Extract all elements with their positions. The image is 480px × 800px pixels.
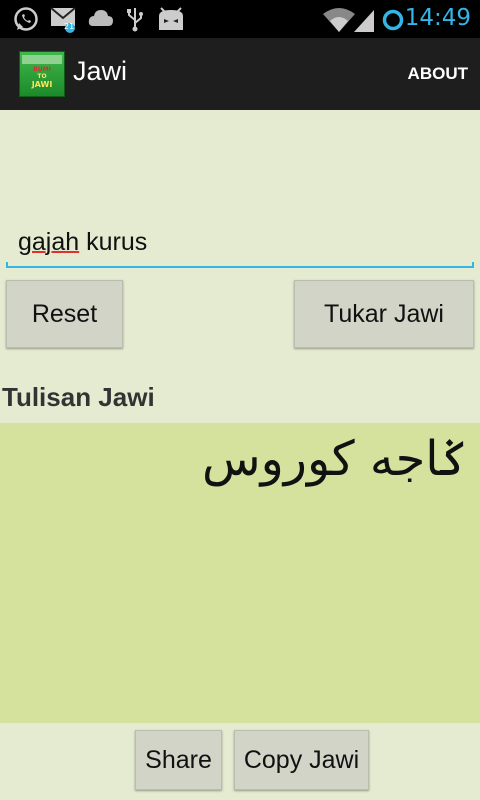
- app-title: Jawi: [73, 56, 128, 86]
- convert-jawi-button[interactable]: Tukar Jawi: [294, 280, 474, 348]
- cloud-icon: [88, 10, 113, 26]
- jawi-output-text: ݢاجه كوروس: [201, 431, 468, 487]
- rumi-input-field[interactable]: gajah kurus: [6, 222, 474, 268]
- status-bar: 21 14:49: [0, 0, 480, 38]
- app-logo-icon: RUMI TO JAWI: [19, 51, 65, 97]
- app-logo-line-1: RUMI: [33, 66, 51, 73]
- app-logo-line-3: JAWI: [31, 80, 53, 89]
- android-debug-icon: [159, 7, 183, 30]
- usb-icon: [127, 8, 143, 32]
- jawi-section-label: Tulisan Jawi: [2, 382, 155, 412]
- action-bar: RUMI TO JAWI Jawi ABOUT: [0, 38, 480, 110]
- about-button[interactable]: ABOUT: [408, 64, 468, 84]
- signal-icon: [354, 10, 374, 32]
- input-underline: [6, 262, 474, 268]
- app-logo-line-2: TO: [37, 73, 47, 80]
- whatsapp-icon: [14, 7, 38, 31]
- reset-button[interactable]: Reset: [6, 280, 123, 348]
- jawi-output-area[interactable]: ݢاجه كوروس: [0, 423, 480, 723]
- wifi-icon: [323, 8, 355, 32]
- input-text[interactable]: gajah kurus: [18, 228, 147, 257]
- share-button[interactable]: Share: [135, 730, 222, 790]
- input-word-rest: kurus: [79, 228, 148, 256]
- input-word-misspelled: gajah: [18, 228, 80, 256]
- status-time: 14:49: [404, 5, 471, 31]
- copy-jawi-button[interactable]: Copy Jawi: [234, 730, 369, 790]
- mail-badge: 21: [64, 22, 75, 31]
- sync-icon: [382, 9, 404, 31]
